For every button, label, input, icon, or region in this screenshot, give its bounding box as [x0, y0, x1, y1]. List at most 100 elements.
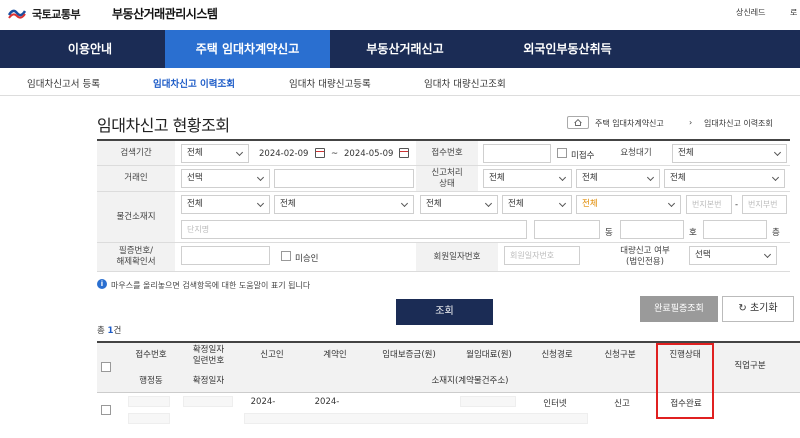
location-label: 물건소재지 [97, 192, 175, 242]
row-monthly-rent [460, 396, 516, 407]
cert-lookup-button[interactable]: 완료필증조회 [640, 296, 718, 322]
row-address [244, 413, 588, 424]
col-admin-dong[interactable]: 행정동 [126, 376, 176, 387]
cert-label: 필증번호/ 해제확인서 [97, 243, 175, 271]
gnb-item-guide[interactable]: 이용안내 [25, 30, 155, 68]
cert-input[interactable] [181, 246, 270, 265]
search-button[interactable]: 조회 [396, 299, 493, 325]
main-navigation: 이용안내 주택 임대차계약신고 부동산거래신고 외국인부동산취득 [0, 30, 800, 68]
page-title: 임대차신고 현황조회 [97, 116, 230, 135]
home-icon [574, 118, 582, 126]
receipt-no-label: 접수번호 [416, 141, 478, 165]
logout-link[interactable]: 로 [790, 7, 797, 18]
calendar-from-icon[interactable] [315, 148, 325, 158]
date-to-value[interactable]: 2024-05-09 [344, 149, 393, 159]
col-report-type[interactable]: 신청구분 [595, 350, 645, 361]
member-no-label: 회원일자번호 [416, 243, 498, 271]
date-from-value[interactable]: 2024-02-09 [259, 149, 308, 159]
party-label: 거래인 [97, 166, 175, 191]
row-divider [97, 271, 790, 272]
select-all-checkbox[interactable] [101, 362, 111, 372]
lot-hyphen: - [735, 200, 739, 210]
ministry-name: 국토교통부 [32, 8, 81, 21]
col-fixed-date[interactable]: 확정일자 [181, 376, 236, 387]
row-divider [97, 191, 790, 192]
floor-label: 층 [772, 228, 780, 238]
period-label: 검색기간 [97, 141, 175, 165]
location-select-sigungu[interactable]: 전체 [274, 195, 414, 214]
info-icon: i [97, 279, 107, 289]
home-button[interactable] [567, 116, 589, 129]
user-link[interactable]: 상신레드 [736, 7, 765, 18]
col-receipt-no[interactable]: 접수번호 [126, 350, 176, 361]
request-label: 요청대기 [606, 141, 666, 165]
period-select[interactable]: 전체 [181, 144, 249, 163]
date-separator: ~ [331, 149, 339, 159]
gnb-item-foreigner-acquisition[interactable]: 외국인부동산취득 [485, 30, 650, 68]
breadcrumb-lease-history[interactable]: 임대차신고 이력조회 [704, 118, 773, 129]
status-select-3[interactable]: 전체 [664, 169, 785, 188]
floor-input[interactable] [703, 220, 767, 239]
receipt-no-input[interactable] [483, 144, 551, 163]
col-contract-date[interactable]: 확정일자 일련번호 [181, 345, 236, 367]
system-name[interactable]: 부동산거래관리시스템 [112, 5, 218, 22]
location-select-eupmyeondong[interactable]: 전체 [420, 195, 498, 214]
calendar-to-icon[interactable] [399, 148, 409, 158]
refresh-icon: ↻ [738, 303, 747, 314]
ho-input[interactable] [620, 220, 684, 239]
lnb-item-bulk-lookup[interactable]: 임대차 대량신고조회 [424, 76, 506, 90]
reset-button-label: 초기화 [749, 303, 778, 314]
lnb-item-bulk-register[interactable]: 임대차 대량신고등록 [289, 76, 371, 90]
lnb-item-lease-history[interactable]: 임대차신고 이력조회 [153, 76, 235, 90]
col-monthly-rent[interactable]: 월임대료(원) [451, 350, 527, 361]
progress-column-highlight [656, 343, 714, 419]
dong-label: 동 [605, 228, 613, 238]
total-count: 총 1건 [97, 326, 122, 336]
bulk-label: 대량신고 여부 (법인전용) [606, 243, 684, 271]
col-address[interactable]: 소재지(계약물건주소) [380, 376, 560, 387]
row-receipt-no [128, 396, 170, 407]
row-contractor-date: 2024- [314, 397, 340, 407]
row-contract-date [183, 396, 233, 407]
request-select[interactable]: 전체 [672, 144, 787, 163]
col-report-path[interactable]: 신청경로 [532, 350, 582, 361]
party-input[interactable] [274, 169, 414, 188]
party-select[interactable]: 선택 [181, 169, 270, 188]
unapproved-label: 미승인 [295, 254, 319, 264]
main-lot-input[interactable]: 번지본번 [686, 195, 732, 214]
ministry-logo-icon [8, 9, 26, 19]
unreceived-label: 미접수 [571, 151, 595, 161]
row-report-path: 인터넷 [543, 399, 567, 409]
help-hint-text: 마우스를 올리놓으면 검색항목에 대한 도움말이 표기 됩니다 [111, 281, 311, 290]
col-deposit[interactable]: 임대보증금(원) [368, 350, 450, 361]
complex-name-input[interactable]: 단지명 [181, 220, 527, 239]
status-select-1[interactable]: 전체 [483, 169, 572, 188]
breadcrumb-separator-icon: › [689, 118, 693, 127]
lnb-item-lease-register[interactable]: 임대차신고서 등록 [27, 76, 100, 90]
status-label: 신고처리 상태 [416, 166, 478, 191]
ho-label: 호 [689, 228, 697, 238]
col-reporter[interactable]: 신고인 [248, 350, 296, 361]
location-select-type[interactable]: 전체 [576, 195, 681, 214]
col-work-type[interactable]: 직업구분 [725, 361, 775, 372]
row-reporter-date: 2024- [250, 397, 276, 407]
dong-input[interactable] [534, 220, 600, 239]
location-select-ri[interactable]: 전체 [502, 195, 572, 214]
unapproved-checkbox[interactable] [281, 251, 291, 261]
col-contractor[interactable]: 계약인 [312, 350, 358, 361]
unreceived-checkbox[interactable] [557, 148, 567, 158]
breadcrumb-lease-report[interactable]: 주택 임대차계약신고 [595, 118, 664, 129]
sub-lot-input[interactable]: 번지부번 [742, 195, 787, 214]
gnb-item-lease-report[interactable]: 주택 임대차계약신고 [165, 30, 330, 68]
status-select-2[interactable]: 전체 [576, 169, 660, 188]
row-checkbox[interactable] [101, 405, 111, 415]
member-no-input[interactable]: 회원일자번호 [504, 246, 580, 265]
top-header: 국토교통부 부동산거래관리시스템 상신레드 로 [0, 0, 800, 30]
row-admin-dong [128, 413, 170, 424]
reset-button[interactable]: ↻ 초기화 [722, 296, 794, 322]
sub-navigation: 임대차신고서 등록 임대차신고 이력조회 임대차 대량신고등록 임대차 대량신고… [0, 68, 800, 96]
bulk-select[interactable]: 선택 [689, 246, 777, 265]
gnb-item-realestate-report[interactable]: 부동산거래신고 [335, 30, 475, 68]
row-report-type: 신고 [614, 399, 630, 409]
location-select-sido[interactable]: 전체 [181, 195, 270, 214]
